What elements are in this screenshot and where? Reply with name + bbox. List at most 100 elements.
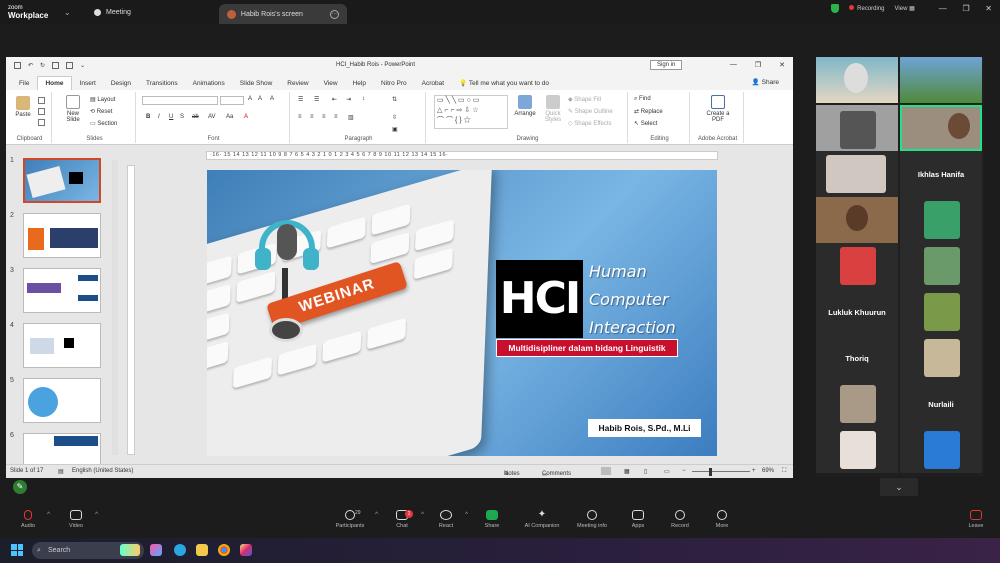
security-shield-icon[interactable]: [831, 4, 840, 13]
layout-button[interactable]: ▤ Layout: [90, 96, 115, 103]
reading-view-icon[interactable]: ▯: [644, 468, 647, 475]
new-slide-button[interactable]: New Slide: [60, 95, 86, 123]
shape-outline-button[interactable]: ✎ Shape Outline: [568, 108, 613, 115]
fit-slide-icon[interactable]: ⛶: [782, 468, 786, 475]
participant-video-tile[interactable]: [816, 57, 898, 103]
copy-icon[interactable]: [38, 108, 45, 115]
slide-canvas[interactable]: WEBINAR HCI Human Computer Interaction M…: [207, 170, 717, 456]
meeting-info-button[interactable]: Meeting info: [568, 510, 616, 529]
zoom-slider-thumb[interactable]: [709, 468, 712, 476]
participant-video-tile[interactable]: [900, 335, 982, 381]
participant-video-tile[interactable]: [900, 289, 982, 335]
numbering-icon[interactable]: ☰: [314, 96, 319, 103]
windows-start-icon[interactable]: [11, 544, 23, 556]
reset-button[interactable]: ⟲ Reset: [90, 108, 112, 115]
record-button[interactable]: Record: [658, 510, 702, 529]
replace-button[interactable]: ⇄ Replace: [634, 108, 663, 115]
view-button[interactable]: View ▦: [895, 5, 915, 12]
more-button[interactable]: More: [700, 510, 744, 529]
participant-video-tile[interactable]: [816, 151, 898, 197]
participant-video-tile[interactable]: [900, 57, 982, 103]
arrange-button[interactable]: Arrange: [512, 95, 538, 117]
ppt-close-icon[interactable]: ✕: [779, 61, 785, 69]
align-right-icon[interactable]: ≡: [322, 114, 326, 120]
slideshow-icon[interactable]: [66, 62, 74, 69]
slide-thumbnail-3[interactable]: [23, 268, 101, 313]
smartart-icon[interactable]: ▣: [392, 126, 398, 133]
change-case-icon[interactable]: Aa: [226, 114, 233, 120]
grow-font-icon[interactable]: A: [248, 96, 252, 102]
participant-video-tile-active-speaker[interactable]: [900, 105, 982, 151]
tab-view[interactable]: View: [317, 77, 345, 90]
close-icon[interactable]: ✕: [985, 4, 992, 13]
participant-video-tile[interactable]: [900, 243, 982, 289]
increase-indent-icon[interactable]: ⇥: [346, 96, 351, 103]
tab-transitions[interactable]: Transitions: [139, 77, 185, 90]
redo-icon[interactable]: ↻: [40, 62, 45, 69]
tab-design[interactable]: Design: [104, 77, 138, 90]
participant-video-tile[interactable]: [816, 243, 898, 289]
edge-browser-icon[interactable]: [174, 544, 186, 556]
participant-video-tile[interactable]: [900, 197, 982, 243]
underline-icon[interactable]: U: [169, 114, 173, 120]
slideshow-view-icon[interactable]: ▭: [664, 468, 670, 475]
apps-button[interactable]: Apps: [616, 510, 660, 529]
chat-button[interactable]: 1 Chat ^: [380, 510, 424, 529]
align-center-icon[interactable]: ≡: [310, 114, 314, 120]
format-painter-icon[interactable]: [38, 119, 45, 126]
participant-video-tile[interactable]: [816, 105, 898, 151]
customize-qat-icon[interactable]: ⌄: [80, 62, 85, 69]
react-button[interactable]: React ^: [424, 510, 468, 529]
align-left-icon[interactable]: ≡: [298, 114, 302, 120]
annotate-pen-icon[interactable]: ✎: [13, 480, 27, 494]
tab-acrobat[interactable]: Acrobat: [415, 77, 451, 90]
find-button[interactable]: ⌕ Find: [634, 96, 651, 103]
share-screen-button[interactable]: Share: [470, 510, 514, 529]
participant-video-tile[interactable]: [816, 427, 898, 473]
tab-review[interactable]: Review: [280, 77, 315, 90]
ai-companion-button[interactable]: ✦ AI Companion: [516, 510, 568, 530]
tab-help[interactable]: Help: [346, 77, 373, 90]
gallery-scroll-down-button[interactable]: ⌄: [880, 478, 918, 496]
more-options-icon[interactable]: ···: [329, 9, 339, 19]
slide-thumbnail-1[interactable]: [23, 158, 101, 203]
font-color-icon[interactable]: A: [244, 114, 248, 120]
participant-name-tile[interactable]: Ikhlas Hanifa: [900, 151, 982, 197]
justify-icon[interactable]: ≡: [334, 114, 338, 120]
font-family-select[interactable]: [142, 96, 218, 105]
restore-icon[interactable]: ❐: [962, 4, 969, 13]
undo-icon[interactable]: ↶: [28, 62, 33, 69]
chevron-down-icon[interactable]: ⌄: [64, 8, 80, 17]
leave-button[interactable]: Leave: [954, 510, 998, 529]
chevron-up-icon[interactable]: ^: [465, 512, 468, 518]
zoom-level[interactable]: 69%: [762, 468, 774, 474]
chevron-up-icon[interactable]: ^: [47, 512, 50, 518]
decrease-indent-icon[interactable]: ⇤: [332, 96, 337, 103]
slide-thumbnail-2[interactable]: [23, 213, 101, 258]
save-icon[interactable]: [14, 62, 21, 69]
recording-indicator[interactable]: Recording: [849, 5, 885, 12]
font-size-select[interactable]: [220, 96, 244, 105]
tab-meeting[interactable]: Meeting: [86, 2, 139, 22]
zoom-slider[interactable]: [692, 471, 750, 472]
line-spacing-icon[interactable]: ↕: [362, 96, 365, 102]
tab-shared-screen[interactable]: Habib Rois's screen ···: [218, 4, 347, 24]
ppt-minimize-icon[interactable]: —: [730, 61, 737, 69]
participant-video-tile[interactable]: [816, 381, 898, 427]
slide-sorter-icon[interactable]: ▦: [624, 468, 630, 475]
participant-name-tile[interactable]: Nurlaili: [900, 381, 982, 427]
sign-in-button[interactable]: Sign in: [650, 60, 683, 70]
slide-thumbnail-4[interactable]: [23, 323, 101, 368]
shape-effects-button[interactable]: ◇ Shape Effects: [568, 120, 612, 127]
minimize-icon[interactable]: —: [939, 4, 947, 13]
participant-video-tile[interactable]: [816, 197, 898, 243]
align-text-icon[interactable]: ⇳: [392, 114, 397, 121]
instagram-icon[interactable]: [240, 544, 252, 556]
quick-styles-button[interactable]: Quick Styles: [540, 95, 566, 123]
tell-me-search[interactable]: 💡 Tell me what you want to do: [452, 76, 556, 90]
spellcheck-icon[interactable]: ▤: [58, 468, 64, 475]
share-button[interactable]: 👤 Share: [752, 78, 779, 86]
italic-icon[interactable]: I: [158, 114, 160, 120]
shadow-icon[interactable]: S: [180, 114, 184, 120]
zoom-out-icon[interactable]: −: [682, 468, 686, 474]
